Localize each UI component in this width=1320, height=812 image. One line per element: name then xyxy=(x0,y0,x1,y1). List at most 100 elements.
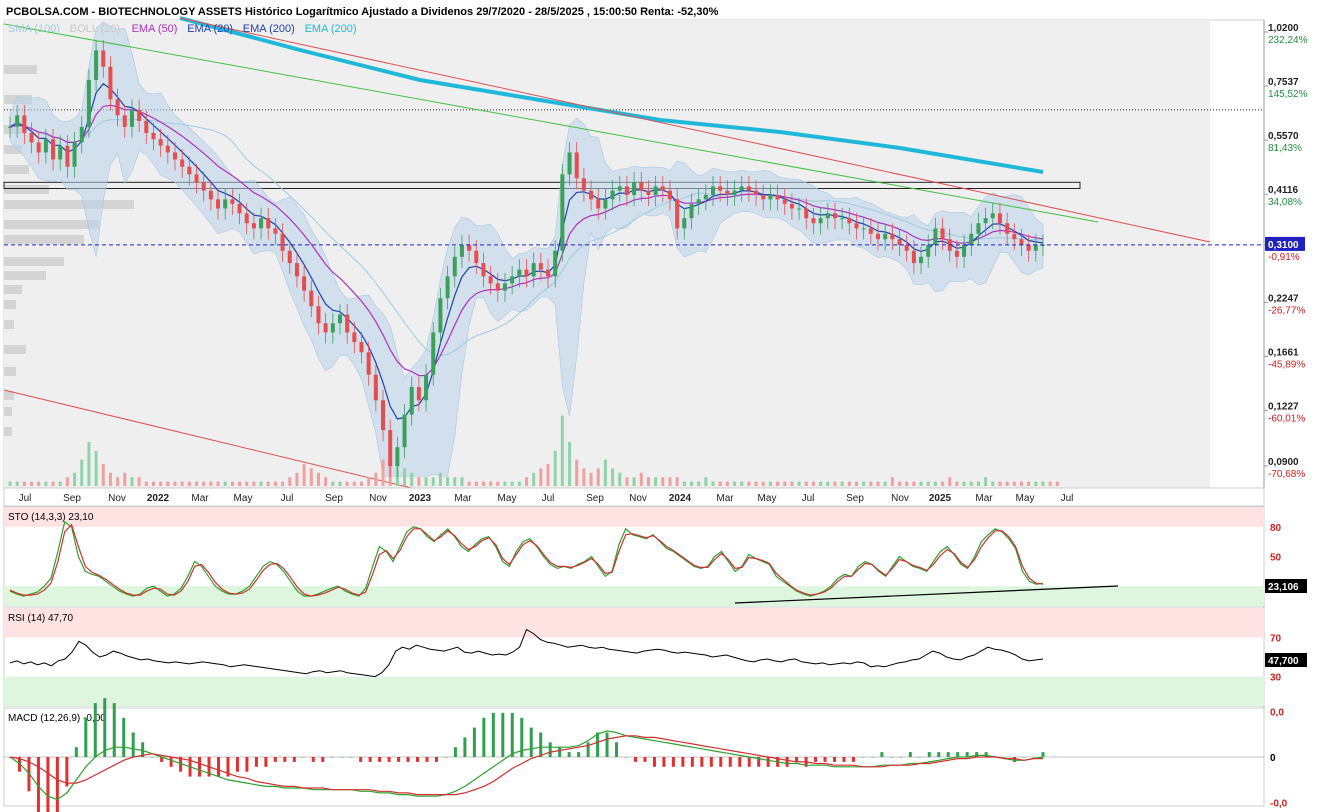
macd-histogram-bar xyxy=(823,757,827,762)
volume-bar xyxy=(1048,481,1052,486)
candle-body xyxy=(352,332,357,343)
volume-bar xyxy=(618,472,622,486)
macd-histogram-bar xyxy=(368,757,372,762)
candle-body xyxy=(345,314,350,333)
x-tick-label: May xyxy=(498,493,517,504)
macd-histogram-bar xyxy=(378,757,382,762)
candle-body xyxy=(22,115,27,133)
volume-bar xyxy=(51,481,55,486)
candle-body xyxy=(840,218,845,220)
macd-histogram-bar xyxy=(851,757,855,762)
candle-body xyxy=(8,126,12,128)
macd-histogram-bar xyxy=(501,712,505,757)
volume-bar xyxy=(94,450,98,486)
macd-histogram-bar xyxy=(55,757,59,812)
panel-label: MACD (12,26,9) -0,00 xyxy=(8,713,106,724)
macd-histogram-bar xyxy=(74,747,78,757)
volume-bar xyxy=(905,481,909,486)
volume-bar xyxy=(998,481,1002,486)
candle-body xyxy=(223,199,228,209)
candle-body xyxy=(617,186,622,191)
volume-bar xyxy=(768,481,772,486)
volume-profile-bar xyxy=(4,220,99,229)
candle-body xyxy=(524,269,529,277)
volume-bar xyxy=(819,481,823,486)
volume-bar xyxy=(725,481,729,486)
macd-histogram-bar xyxy=(709,757,713,767)
macd-histogram-bar xyxy=(1003,757,1007,758)
x-tick-label: Nov xyxy=(891,493,909,504)
macd-histogram-bar xyxy=(681,757,685,767)
candle-body xyxy=(201,182,206,191)
volume-bar xyxy=(87,442,91,486)
macd-histogram-bar xyxy=(453,747,457,757)
macd-histogram-bar xyxy=(937,752,941,757)
volume-bar xyxy=(460,477,464,486)
macd-histogram-bar xyxy=(833,757,837,762)
macd-histogram-bar xyxy=(842,757,846,762)
volume-bar xyxy=(833,481,837,486)
candle-body xyxy=(452,256,457,277)
candle-body xyxy=(775,194,780,200)
x-tick-label: Sep xyxy=(63,493,81,504)
candle-body xyxy=(983,218,988,224)
volume-bar xyxy=(926,481,930,486)
candle-body xyxy=(768,194,773,200)
x-tick-label: 2022 xyxy=(147,493,170,504)
volume-bar xyxy=(941,481,945,486)
volume-profile-bar xyxy=(4,200,134,209)
volume-bar xyxy=(245,481,249,486)
panel-y-tick: 70 xyxy=(1270,633,1282,644)
volume-bar xyxy=(273,481,277,486)
x-tick-label: Mar xyxy=(191,493,209,504)
candle-body xyxy=(739,186,744,191)
candle-body xyxy=(402,414,407,448)
oversold-zone xyxy=(4,586,1264,606)
volume-bar xyxy=(754,481,758,486)
candle-body xyxy=(675,199,680,229)
candle-body xyxy=(302,276,307,291)
candle-body xyxy=(954,250,959,257)
overbought-zone xyxy=(4,507,1264,527)
y-tick-pct: -26,77% xyxy=(1268,305,1305,316)
volume-bar xyxy=(1012,481,1016,486)
volume-bar xyxy=(123,472,127,486)
candle-body xyxy=(115,99,120,116)
macd-histogram-bar xyxy=(264,757,268,767)
macd-histogram-bar xyxy=(321,757,325,762)
volume-bar xyxy=(826,481,830,486)
rsi-badge: 47,700 xyxy=(1268,656,1299,667)
volume-bar xyxy=(840,481,844,486)
macd-histogram-bar xyxy=(700,757,704,767)
volume-bar xyxy=(532,472,536,486)
legend-item: EMA (50) xyxy=(132,23,178,35)
candle-body xyxy=(294,263,299,277)
volume-bar xyxy=(331,481,335,486)
volume-profile-bar xyxy=(4,235,84,244)
candle-body xyxy=(510,276,515,284)
volume-bar xyxy=(661,477,665,486)
x-tick-label: Mar xyxy=(975,493,993,504)
volume-bar xyxy=(596,468,600,486)
x-tick-label: May xyxy=(234,493,253,504)
x-tick-label: 2025 xyxy=(929,493,952,504)
volume-bar xyxy=(367,477,371,486)
candle-body xyxy=(603,199,608,209)
macd-histogram-bar xyxy=(235,757,239,772)
x-tick-label: 2024 xyxy=(669,493,692,504)
macd-histogram-bar xyxy=(311,757,315,762)
macd-histogram-bar xyxy=(397,757,401,762)
volume-bar xyxy=(309,468,313,486)
x-tick-label: Jul xyxy=(802,493,815,504)
macd-histogram-bar xyxy=(387,757,391,762)
candle-body xyxy=(129,109,134,127)
macd-histogram-bar xyxy=(1041,752,1045,757)
macd-histogram-bar xyxy=(586,742,590,757)
candle-body xyxy=(424,374,429,401)
candle-body xyxy=(567,152,572,175)
volume-bar xyxy=(919,481,923,486)
candle-body xyxy=(538,263,543,270)
volume-bar xyxy=(288,477,292,486)
panel-y-tick: 0 xyxy=(1270,753,1276,764)
macd-histogram-bar xyxy=(463,737,467,757)
